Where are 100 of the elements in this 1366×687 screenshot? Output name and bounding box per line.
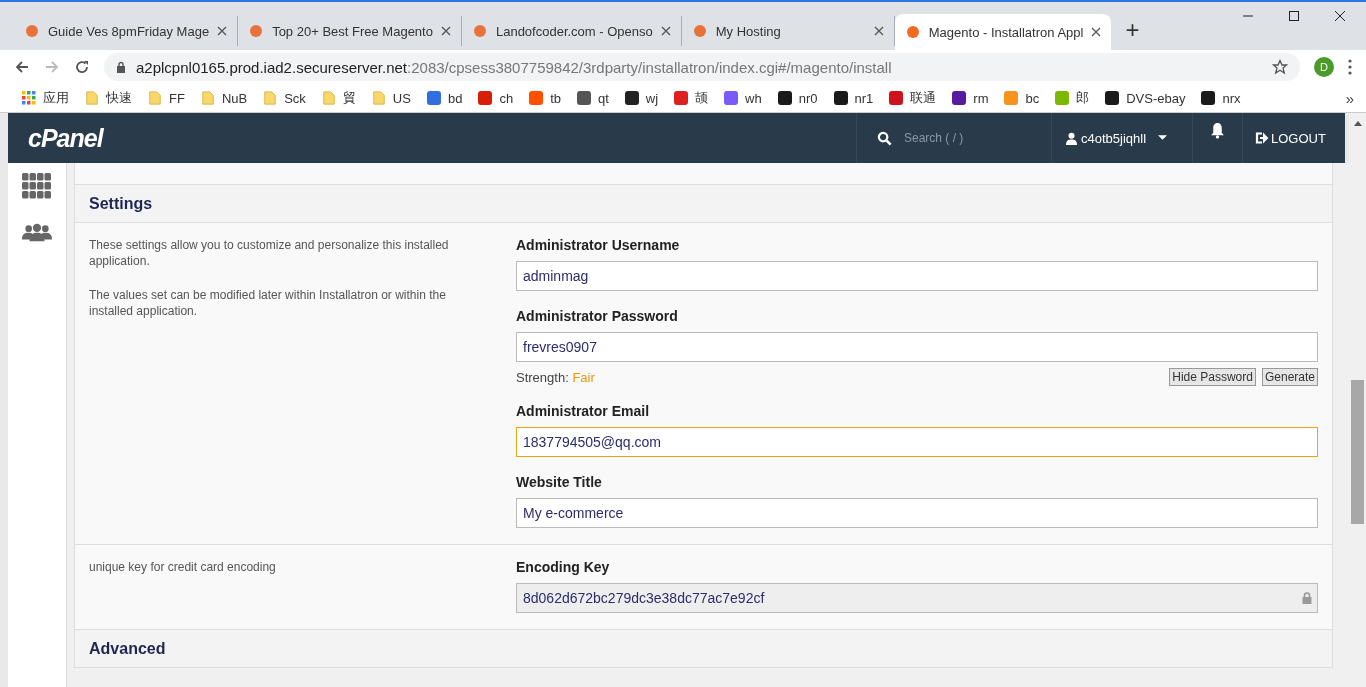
section-title: Settings (89, 194, 153, 213)
menu-icon[interactable] (1348, 59, 1352, 75)
folder-icon (263, 91, 278, 105)
grid-icon[interactable] (22, 173, 52, 199)
bookmark[interactable]: wj (624, 89, 669, 107)
close-icon[interactable] (440, 26, 451, 36)
bookmark[interactable]: rm (952, 89, 999, 107)
field-label: Administrator Email (516, 403, 651, 419)
input-field[interactable]: adminmag (516, 261, 1318, 291)
bookmark[interactable]: tb (529, 89, 571, 107)
field-label: Administrator Password (516, 308, 679, 324)
site-icon (1055, 91, 1070, 105)
close-icon[interactable] (217, 26, 228, 36)
bookmark[interactable]: DVS-ebay (1105, 89, 1196, 107)
lock-icon (116, 61, 126, 73)
section-title: Advanced (89, 639, 166, 658)
user-icon (1066, 131, 1077, 145)
bookmark[interactable]: bc (1004, 89, 1050, 107)
password-button[interactable]: Hide Password (1169, 368, 1256, 386)
input-field[interactable]: 1837794505@qq.com (516, 427, 1318, 457)
more-bookmarks-button[interactable]: » (1345, 89, 1354, 107)
bell-icon[interactable] (1210, 122, 1225, 139)
logout-icon (1255, 132, 1269, 144)
logo[interactable]: cPanel (8, 123, 103, 153)
folder-icon (371, 91, 386, 105)
bookmark[interactable]: nr0 (777, 89, 828, 107)
bookmark[interactable]: qt (576, 89, 619, 107)
site-icon (478, 91, 493, 105)
browser-tab[interactable]: Magento - Installatron Appl (894, 14, 1112, 50)
description-text: These settings allow you to customize and personalize this installed application. (89, 237, 450, 269)
site-icon (777, 91, 792, 105)
bookmark[interactable]: 联通 (889, 89, 947, 107)
browser-tab[interactable]: Top 20+ Best Free Magento (238, 16, 462, 46)
close-icon[interactable] (873, 26, 884, 36)
bookmark[interactable]: nrx (1201, 89, 1251, 107)
folder-icon (148, 91, 162, 105)
bookmark[interactable]: bd (426, 89, 473, 107)
bookmark[interactable]: 貿 (321, 89, 366, 107)
favicon-icon (471, 23, 488, 39)
address-bar[interactable]: a2plcpnl0165.prod.iad2.secureserver.net:2083/cpsess3807759842/3rdparty/installatron/index.cgi#/magento/install (104, 53, 1300, 81)
site-icon (724, 91, 739, 105)
description-text: unique key for credit card encoding (89, 559, 277, 575)
site-icon (1004, 91, 1019, 105)
field-label: Website Title (516, 474, 603, 490)
scrollbar[interactable] (1349, 113, 1366, 687)
close-icon[interactable] (660, 26, 671, 36)
browser-tab[interactable]: Guide Ves 8pmFriday Mage (14, 16, 239, 46)
folder-icon (85, 91, 99, 105)
bookmark[interactable]: 颉 (674, 89, 719, 107)
search-icon (877, 130, 892, 146)
profile-avatar[interactable]: D (1314, 57, 1334, 77)
strength-text: Strength: Fair (516, 369, 595, 385)
star-icon[interactable] (1272, 59, 1288, 75)
new-tab-button[interactable]: + (1111, 16, 1154, 50)
site-icon (576, 91, 591, 105)
scroll-thumb[interactable] (1351, 380, 1364, 524)
lock-icon (1302, 592, 1312, 604)
apps-grid-icon (22, 91, 36, 105)
favicon-icon (24, 23, 40, 39)
maximize-icon[interactable] (1288, 10, 1300, 22)
site-icon (674, 91, 689, 105)
bookmark[interactable]: Sck (263, 89, 316, 107)
site-icon (1105, 91, 1120, 105)
bookmark[interactable]: 快速 (85, 89, 142, 107)
bookmark[interactable]: NuB (200, 89, 258, 107)
bookmark[interactable]: wh (724, 89, 772, 107)
bookmark[interactable]: US (371, 89, 421, 107)
site-icon (426, 91, 441, 105)
site-icon (624, 91, 639, 105)
site-icon (1201, 91, 1216, 105)
scroll-up-icon[interactable] (1353, 121, 1362, 126)
close-icon[interactable] (1091, 27, 1102, 37)
reload-icon[interactable] (74, 59, 90, 75)
site-icon (529, 91, 544, 105)
favicon-icon (691, 23, 708, 39)
site-icon (952, 91, 967, 105)
bookmark[interactable]: nr1 (833, 89, 884, 107)
bookmark[interactable]: 郎 (1055, 89, 1100, 107)
close-icon[interactable] (1334, 10, 1346, 22)
search-field[interactable]: Search ( / ) (902, 130, 1026, 146)
folder-icon (200, 91, 215, 105)
bookmark[interactable]: ch (478, 89, 524, 107)
browser-tab[interactable]: Landofcoder.com - Openso (461, 16, 682, 46)
input-field[interactable]: 8d062d672bc279dc3e38dc77ac7e92cf (516, 583, 1318, 613)
field-label: Encoding Key (516, 559, 611, 575)
description-text: The values set can be modified later within Installatron or within the installed application. (89, 287, 447, 319)
field-label: Administrator Username (516, 237, 681, 253)
bookmark[interactable]: FF (148, 89, 195, 107)
password-button[interactable]: Generate (1261, 368, 1318, 386)
bookmark[interactable]: 应用 (22, 89, 79, 107)
input-field[interactable]: My e-commerce (516, 498, 1318, 528)
favicon-icon (248, 23, 265, 39)
site-icon (833, 91, 848, 105)
site-icon (889, 91, 904, 105)
folder-icon (321, 91, 336, 105)
browser-tab[interactable]: My Hosting (681, 16, 895, 46)
input-field[interactable]: frevres0907 (516, 332, 1318, 362)
back-icon[interactable] (14, 59, 30, 75)
caret-icon (1158, 135, 1168, 141)
favicon-icon (904, 24, 921, 40)
